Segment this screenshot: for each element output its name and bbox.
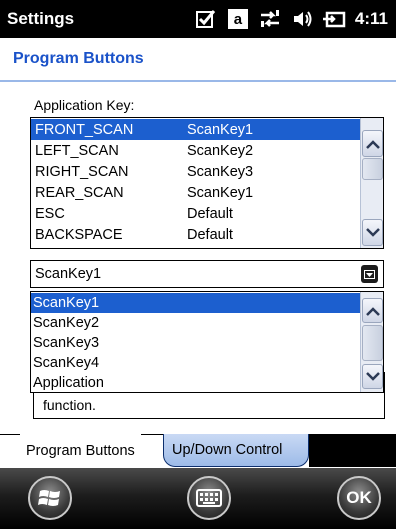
dropdown-arrow-icon	[364, 269, 375, 279]
checkbox-icon[interactable]	[193, 8, 219, 30]
chevron-down-icon	[365, 227, 380, 237]
list-scrollbar[interactable]	[360, 118, 383, 248]
connectivity-icon[interactable]	[257, 8, 283, 30]
application-key-list[interactable]: FRONT_SCAN ScanKey1 LEFT_SCAN ScanKey2 R…	[30, 117, 384, 249]
volume-icon[interactable]	[289, 8, 315, 30]
list-item[interactable]: FRONT_SCAN ScanKey1	[31, 119, 361, 140]
list-item[interactable]: LEFT_SCAN ScanKey2	[31, 140, 361, 161]
input-mode-icon[interactable]: a	[225, 8, 251, 30]
list-item-value: ScanKey1	[187, 121, 254, 138]
tab-program-buttons[interactable]: Program Buttons	[20, 434, 141, 468]
windows-logo-icon	[38, 490, 60, 506]
list-item-key: REAR_SCAN	[35, 184, 124, 201]
list-item-key: RIGHT_SCAN	[35, 163, 129, 180]
list-item-value: Default	[187, 226, 233, 243]
list-item-key: LEFT_SCAN	[35, 142, 119, 159]
list-item[interactable]: ESC Default	[31, 203, 361, 224]
chevron-up-icon	[365, 306, 380, 316]
tab-strip: Program Buttons Up/Down Control	[0, 434, 396, 468]
list-item[interactable]: BACKSPACE Default	[31, 224, 361, 245]
combo-dropdown-button[interactable]	[361, 265, 378, 283]
dropdown-option[interactable]: Application	[31, 373, 361, 392]
title-divider	[0, 80, 396, 82]
page-title: Program Buttons	[13, 50, 144, 67]
list-item-key: ESC	[35, 205, 65, 222]
list-item[interactable]: RIGHT_SCAN ScanKey3	[31, 161, 361, 182]
battery-icon[interactable]	[321, 8, 347, 30]
scroll-down-button[interactable]	[362, 364, 383, 389]
tab-up-down-control[interactable]: Up/Down Control	[163, 434, 309, 467]
chevron-up-icon	[365, 139, 380, 149]
bottom-bar: OK	[0, 468, 396, 529]
dropdown-option[interactable]: ScanKey1	[31, 293, 361, 313]
keyboard-icon	[196, 489, 222, 507]
list-item-value: Default	[187, 205, 233, 222]
ok-button[interactable]: OK	[337, 476, 381, 520]
clock[interactable]: 4:11	[355, 9, 388, 29]
tab-strip-filler	[309, 434, 396, 467]
scroll-up-button[interactable]	[362, 130, 383, 157]
combo-dropdown-list[interactable]: ScanKey1 ScanKey2 ScanKey3 ScanKey4 Appl…	[30, 291, 384, 393]
input-mode-letter: a	[227, 9, 248, 29]
list-item-value: ScanKey1	[187, 184, 254, 201]
list-item-key: FRONT_SCAN	[35, 121, 134, 138]
scankey-combo[interactable]: ScanKey1	[30, 260, 384, 288]
dropdown-option[interactable]: ScanKey4	[31, 353, 361, 373]
status-bar: Settings a 4:11	[0, 0, 396, 38]
description-text: function.	[43, 397, 96, 413]
scroll-thumb[interactable]	[362, 325, 383, 361]
scroll-thumb[interactable]	[362, 158, 383, 180]
dropdown-option[interactable]: ScanKey3	[31, 333, 361, 353]
list-item-value: ScanKey2	[187, 142, 254, 159]
start-button[interactable]	[28, 476, 72, 520]
list-item-value: ScanKey3	[187, 163, 254, 180]
combo-value: ScanKey1	[35, 266, 102, 282]
application-key-label: Application Key:	[34, 97, 135, 113]
list-item[interactable]: REAR_SCAN ScanKey1	[31, 182, 361, 203]
scroll-up-button[interactable]	[362, 298, 383, 323]
dropdown-option[interactable]: ScanKey2	[31, 313, 361, 333]
keyboard-button[interactable]	[187, 476, 231, 520]
dropdown-scrollbar[interactable]	[360, 292, 383, 392]
list-item-key: BACKSPACE	[35, 226, 123, 243]
chevron-down-icon	[365, 371, 380, 381]
scroll-down-button[interactable]	[362, 219, 383, 246]
ok-label: OK	[346, 488, 372, 507]
status-bar-title: Settings	[7, 9, 75, 28]
